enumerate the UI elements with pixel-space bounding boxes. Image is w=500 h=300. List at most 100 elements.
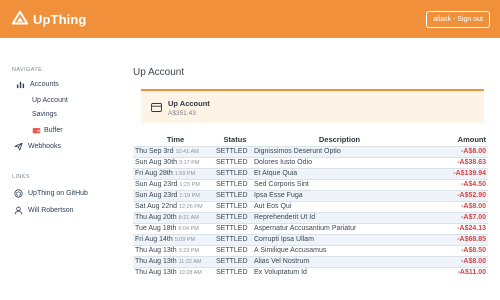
table-header-row: Time Status Description Amount [133, 135, 488, 146]
row-status: SETTLED [216, 200, 254, 212]
card-account-name: Up Account [168, 99, 210, 108]
row-amount: -A$24.13 [425, 222, 488, 234]
row-time: Tue Aug 18th 6:04 PM [133, 222, 216, 234]
row-description: Aut Eos Qui [254, 200, 425, 212]
table-row[interactable]: Thu Aug 13th 3:23 PM SETTLED A Similique A… [133, 244, 488, 256]
row-description: Reprehenderit Ut Id [254, 211, 425, 223]
row-clock-time: 1:59 PM [174, 171, 196, 177]
row-time: Fri Aug 28th 1:59 PM [133, 167, 216, 179]
table-row[interactable]: Fri Aug 14th 5:09 PM SETTLED Corrupti Ipsa… [133, 233, 488, 245]
sidebar-item-accounts-label: Accounts [30, 81, 59, 88]
sidebar: NAVIGATE Accounts Up Account Savings Buf… [0, 38, 120, 300]
row-amount: -A$4.50 [425, 178, 488, 190]
row-date: Thu Aug 20th [135, 214, 177, 221]
row-description: A Similique Accusamus [254, 244, 425, 256]
card-account-balance: A$351.43 [168, 110, 196, 117]
row-date: Thu Aug 13th [135, 258, 177, 265]
row-description: Et Atque Quia [254, 167, 425, 179]
row-status: SETTLED [216, 222, 254, 234]
sidebar-item-up-account[interactable]: Up Account [32, 97, 68, 104]
top-bar: UpThing aliask - Sign out [0, 0, 500, 38]
row-amount: -A$139.94 [425, 167, 488, 179]
table-row[interactable]: Sun Aug 23rd 1:23 PM SETTLED Sed Corporis … [133, 178, 488, 190]
sidebar-item-author-label: Will Robertson [28, 207, 74, 214]
row-time: Sun Aug 23rd 1:23 PM [133, 178, 216, 190]
column-header-time: Time [166, 135, 185, 145]
credit-card-icon [151, 103, 162, 112]
row-date: Sat Aug 22nd [135, 203, 178, 210]
row-clock-time: 12:26 PM [179, 204, 203, 210]
table-row[interactable]: Tue Aug 18th 6:04 PM SETTLED Aspernatur Ac… [133, 222, 488, 234]
row-status: SETTLED [216, 244, 254, 256]
row-status: SETTLED [216, 167, 254, 179]
sign-out-button[interactable]: aliask - Sign out [426, 11, 490, 28]
row-clock-time: 10:28 AM [178, 270, 202, 277]
sidebar-item-webhooks[interactable]: Webhooks [14, 142, 61, 151]
row-clock-time: 3:17 PM [179, 160, 200, 166]
row-status: SETTLED [216, 266, 254, 278]
row-description: Alias Vel Nostrum [254, 255, 425, 267]
column-header-description: Description [318, 135, 361, 145]
brand[interactable]: UpThing [11, 10, 86, 28]
table-row[interactable]: Sun Aug 30th 3:17 PM SETTLED Dolores Iusto… [133, 156, 488, 168]
table-row[interactable]: Thu Sep 3rd 10:41 AM SETTLED Dignissimos D… [133, 145, 488, 157]
sidebar-item-up-account-label: Up Account [32, 97, 68, 104]
row-time: Thu Aug 13th 11:22 AM [133, 255, 216, 267]
row-clock-time: 10:41 AM [175, 149, 199, 155]
row-clock-time: 6:04 PM [178, 226, 199, 232]
sidebar-item-accounts[interactable]: Accounts [16, 80, 59, 89]
row-status: SETTLED [216, 156, 254, 168]
row-amount: -A$8.50 [425, 244, 488, 256]
row-time: Thu Sep 3rd 10:41 AM [133, 145, 216, 157]
wallet-icon [32, 127, 41, 134]
navigate-heading: NAVIGATE [12, 67, 43, 73]
table-row[interactable]: Sun Aug 23rd 1:19 PM SETTLED Ipsa Esse Fug… [133, 189, 488, 201]
bar-chart-icon [16, 81, 25, 89]
table-row[interactable]: Fri Aug 28th 1:59 PM SETTLED Et Atque Quia… [133, 167, 488, 179]
row-date: Fri Aug 28th [135, 170, 173, 177]
sidebar-item-github-label: UpThing on GitHub [28, 190, 88, 197]
row-time: Thu Aug 20th 8:21 AM [133, 211, 216, 223]
row-date: Thu Sep 3rd [135, 148, 174, 155]
sidebar-item-github[interactable]: UpThing on GitHub [14, 189, 88, 198]
row-date: Sun Aug 30th [135, 159, 178, 166]
row-description: Ipsa Esse Fuga [254, 189, 425, 201]
sidebar-item-savings[interactable]: Savings [32, 111, 57, 118]
row-clock-time: 3:23 PM [178, 248, 200, 254]
row-amount: -A$11.00 [425, 266, 488, 278]
row-clock-time: 11:22 AM [178, 259, 202, 265]
column-header-amount: Amount [457, 135, 486, 145]
row-date: Fri Aug 14th [135, 236, 173, 243]
table-row[interactable]: Thu Aug 20th 8:21 AM SETTLED Reprehenderit… [133, 211, 488, 223]
table-row[interactable]: Sat Aug 22nd 12:26 PM SETTLED Aut Eos Qui -… [133, 200, 488, 212]
row-amount: -A$68.85 [425, 233, 488, 245]
row-status: SETTLED [216, 211, 254, 223]
transactions-table: Time Status Description Amount Thu Sep 3… [133, 135, 488, 278]
sidebar-item-author[interactable]: Will Robertson [14, 206, 74, 215]
row-amount: -A$7.00 [425, 211, 488, 223]
row-time: Sun Aug 23rd 1:19 PM [133, 189, 216, 201]
row-status: SETTLED [216, 178, 254, 190]
row-clock-time: 8:21 AM [178, 215, 199, 221]
brand-name: UpThing [33, 11, 87, 27]
row-date: Sun Aug 23rd [135, 181, 178, 188]
row-amount: -A$52.90 [425, 189, 488, 201]
github-icon [14, 189, 23, 198]
sidebar-item-buffer[interactable]: Buffer [32, 126, 63, 135]
row-description: Dignissimos Deserunt Optio [254, 145, 425, 157]
row-amount: -A$8.00 [425, 200, 488, 212]
sidebar-item-savings-label: Savings [32, 111, 57, 118]
row-status: SETTLED [216, 145, 254, 157]
main-content: Up Account Up Account A$351.43 Time Stat… [120, 38, 500, 300]
sidebar-item-buffer-label: Buffer [44, 127, 63, 134]
row-clock-time: 1:19 PM [179, 193, 200, 199]
row-description: Corrupti Ipsa Ullam [254, 233, 425, 245]
table-row[interactable]: Thu Aug 13th 10:28 AM SETTLED Ex Voluptatu… [133, 266, 488, 278]
row-clock-time: 1:23 PM [179, 182, 200, 188]
row-description: Ex Voluptatum Id [254, 266, 425, 278]
row-time: Thu Aug 13th 10:28 AM [133, 266, 216, 278]
table-row[interactable]: Thu Aug 13th 11:22 AM SETTLED Alias Vel No… [133, 255, 488, 267]
row-date: Sun Aug 23rd [135, 192, 178, 199]
row-amount: -A$8.00 [425, 255, 488, 267]
row-status: SETTLED [216, 255, 254, 267]
